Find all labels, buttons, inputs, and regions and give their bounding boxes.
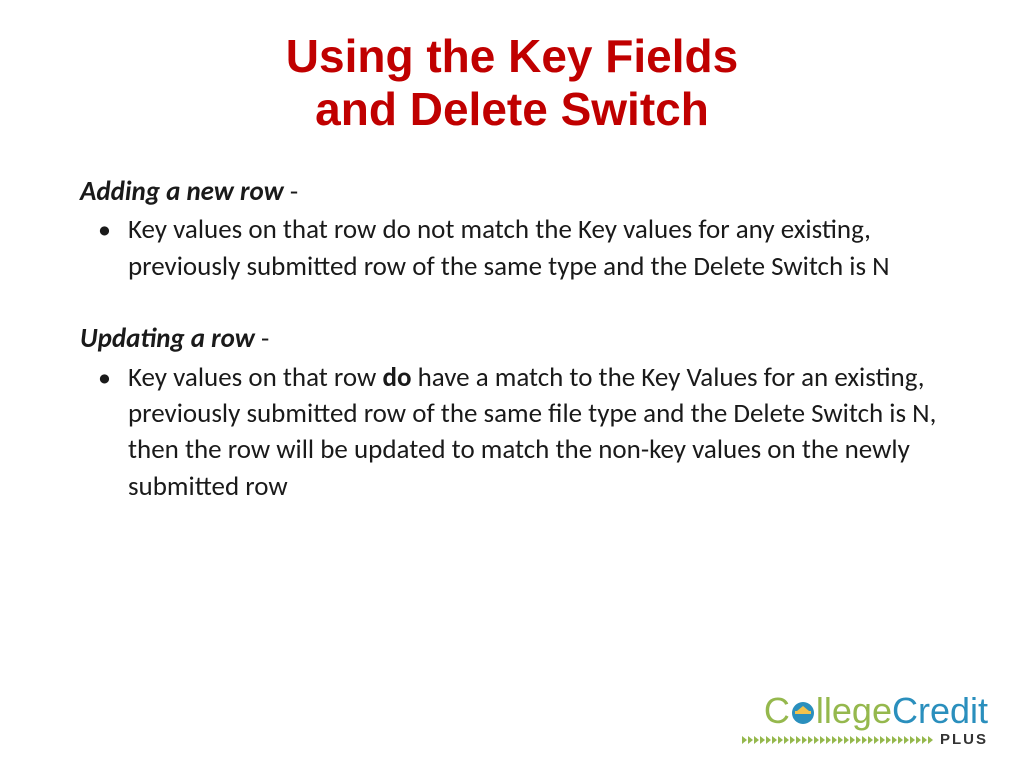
section-heading: Adding a new row (80, 175, 284, 208)
chevrons-icon (742, 736, 934, 744)
slide-content: Adding a new row - Key values on that ro… (80, 174, 944, 506)
bullet-pre: Key values on that row (128, 361, 382, 394)
logo-letter-o-icon (790, 693, 816, 729)
section-heading: Updating a row (80, 322, 255, 355)
list-item: Key values on that row do have a match t… (80, 360, 944, 506)
logo-wordmark: CllegeCredit (742, 693, 988, 729)
slide: Using the Key Fields and Delete Switch A… (0, 0, 1024, 525)
list-item: Key values on that row do not match the … (80, 212, 944, 285)
heading-dash: - (255, 322, 269, 355)
section-adding: Adding a new row - Key values on that ro… (80, 174, 944, 285)
logo-subline: PLUS (742, 731, 988, 748)
bullet-text: Key values on that row do not match the … (128, 213, 890, 282)
title-line-1: Using the Key Fields (286, 30, 738, 82)
slide-title: Using the Key Fields and Delete Switch (80, 30, 944, 136)
spacer (80, 285, 944, 321)
logo-letter-c: C (764, 690, 790, 731)
logo-llege: llege (816, 690, 892, 731)
logo-plus: PLUS (940, 731, 988, 748)
logo-credit: Credit (892, 690, 988, 731)
section-updating: Updating a row - Key values on that row … (80, 321, 944, 505)
college-credit-plus-logo: CllegeCredit PLUS (742, 693, 988, 748)
heading-dash: - (284, 175, 298, 208)
bullet-bold: do (382, 361, 411, 394)
title-line-2: and Delete Switch (315, 83, 709, 135)
